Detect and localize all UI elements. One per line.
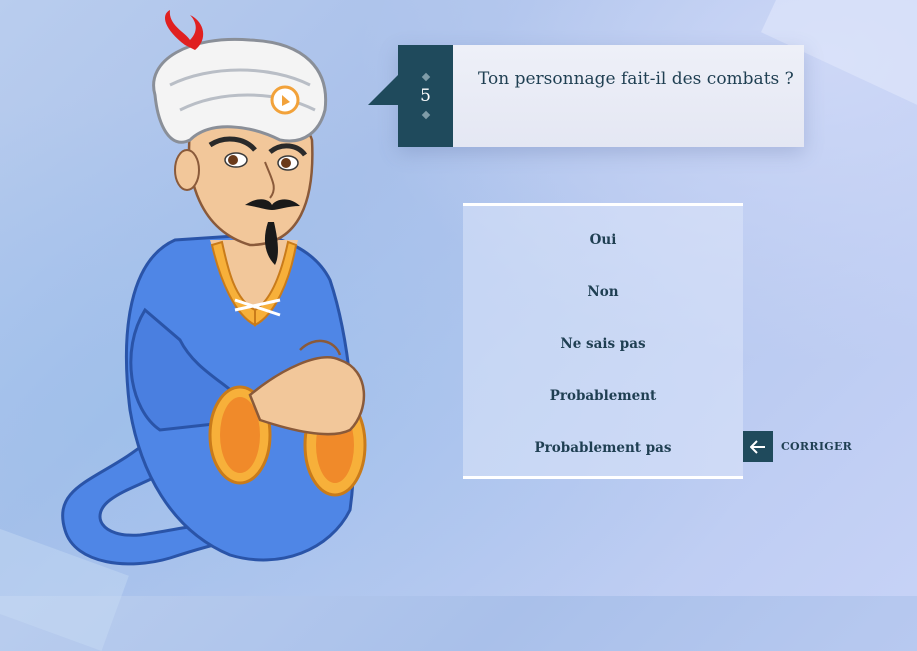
answer-probablement[interactable]: Probablement: [463, 376, 743, 416]
question-number: 5: [420, 86, 431, 106]
corriger-label[interactable]: CORRIGER: [781, 440, 852, 453]
answer-probablement-pas[interactable]: Probablement pas: [463, 428, 743, 468]
question-bubble: 5 Ton personnage fait-il des combats ?: [368, 45, 804, 147]
question-text: Ton personnage fait-il des combats ?: [478, 69, 794, 89]
question-number-panel: 5: [398, 45, 453, 147]
question-text-panel: Ton personnage fait-il des combats ?: [453, 45, 804, 147]
diamond-icon: [421, 110, 430, 120]
answers-panel: Oui Non Ne sais pas Probablement Probabl…: [463, 203, 743, 479]
answer-ne-sais-pas[interactable]: Ne sais pas: [463, 324, 743, 364]
arrow-left-icon[interactable]: [743, 431, 773, 462]
corriger-button[interactable]: CORRIGER: [743, 431, 852, 462]
diamond-icon: [421, 72, 430, 82]
answer-oui[interactable]: Oui: [463, 220, 743, 260]
answer-non[interactable]: Non: [463, 272, 743, 312]
bubble-tail: [368, 75, 398, 105]
genie-illustration: [61, 10, 367, 566]
